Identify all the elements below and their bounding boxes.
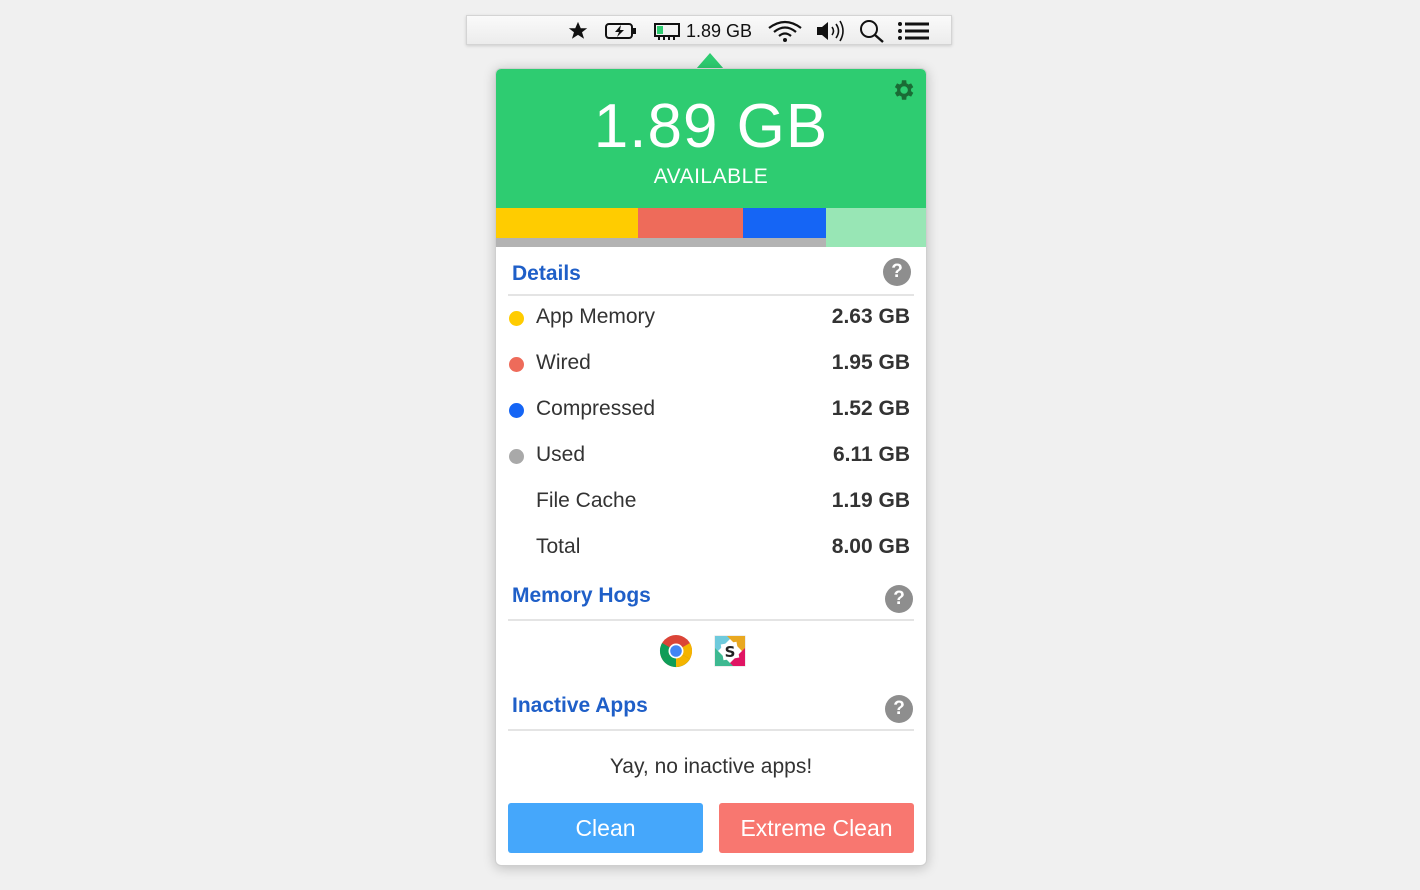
inactive-apps-help-icon[interactable]: ? [885, 695, 913, 723]
row-label: Compressed [536, 397, 656, 420]
available-label: AVAILABLE [653, 165, 769, 188]
row-value: 6.11 GB [832, 443, 910, 466]
search-icon[interactable] [859, 20, 885, 43]
available-memory-value: 1.89 GB [593, 92, 829, 161]
memory-hogs-help-icon[interactable]: ? [885, 585, 913, 613]
usage-bar-available [826, 208, 926, 247]
details-row-file-cache: File Cache 1.19 GB [496, 487, 926, 517]
divider [508, 729, 914, 731]
star-icon[interactable] [567, 21, 589, 41]
memory-hogs-title: Memory Hogs [512, 584, 651, 607]
popover-arrow [696, 53, 724, 69]
usage-bar-wired [638, 208, 743, 238]
row-value: 1.52 GB [831, 397, 910, 420]
details-row-total: Total 8.00 GB [496, 533, 926, 563]
available-header: 1.89 GB AVAILABLE [496, 69, 926, 208]
details-title: Details [512, 262, 581, 285]
row-label: File Cache [536, 489, 637, 512]
extreme-clean-button[interactable]: Extreme Clean [719, 803, 914, 853]
row-label: Wired [536, 351, 591, 374]
row-value: 2.63 GB [831, 305, 910, 328]
gear-icon[interactable] [890, 77, 916, 103]
legend-dot-blue [509, 403, 524, 418]
chrome-icon[interactable] [659, 634, 693, 668]
wifi-icon[interactable] [767, 20, 803, 42]
notification-list-icon[interactable] [897, 21, 931, 41]
divider [508, 294, 914, 296]
row-label: Total [536, 535, 581, 558]
details-help-icon[interactable]: ? [883, 258, 911, 286]
details-row-app-memory: App Memory 2.63 GB [496, 303, 926, 333]
menu-bar: 1.89 GB [466, 15, 952, 45]
row-label: Used [536, 443, 586, 466]
ram-icon [654, 23, 680, 40]
details-row-used: Used 6.11 GB [496, 441, 926, 471]
row-label: App Memory [536, 305, 656, 328]
legend-dot-yellow [509, 311, 524, 326]
usage-bar-app-memory [496, 208, 638, 238]
ram-status-item[interactable]: 1.89 GB [654, 21, 752, 41]
row-value: 1.19 GB [831, 489, 910, 512]
divider [508, 619, 914, 621]
legend-dot-red [509, 357, 524, 372]
memory-readout: 1.89 GB [686, 20, 753, 41]
legend-dot-gray [509, 449, 524, 464]
memory-popover: 1.89 GB AVAILABLE Details ? App Memory 2… [495, 68, 927, 866]
battery-charging-icon[interactable] [605, 21, 637, 41]
usage-bar-compressed [743, 208, 826, 238]
inactive-apps-title: Inactive Apps [512, 694, 648, 717]
volume-icon[interactable] [815, 20, 847, 42]
svg-text:S: S [725, 643, 736, 661]
slack-icon[interactable]: S [713, 634, 747, 668]
usage-bar-used [496, 238, 826, 247]
clean-button[interactable]: Clean [508, 803, 703, 853]
row-value: 1.95 GB [831, 351, 910, 374]
inactive-apps-empty-message: Yay, no inactive apps! [609, 755, 813, 778]
details-row-compressed: Compressed 1.52 GB [496, 395, 926, 425]
row-value: 8.00 GB [831, 535, 910, 558]
details-row-wired: Wired 1.95 GB [496, 349, 926, 379]
